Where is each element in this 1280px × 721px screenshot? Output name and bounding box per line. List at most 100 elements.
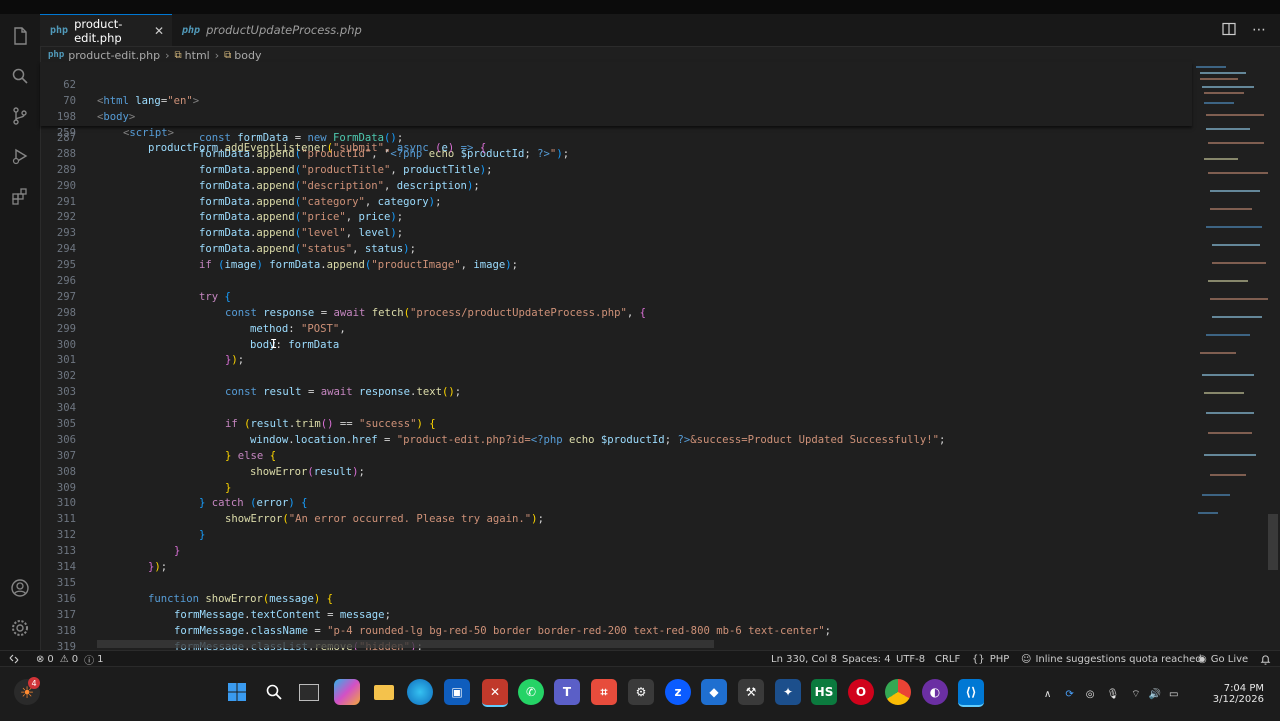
code-line[interactable]: 317 formMessage.textContent = message; <box>40 608 1192 624</box>
settings-gear-icon[interactable] <box>8 616 32 640</box>
code-line[interactable]: 307} else { <box>40 449 1192 465</box>
code-line[interactable]: 309} <box>40 481 1192 497</box>
minimap[interactable] <box>1192 62 1268 650</box>
chrome-browser-icon[interactable] <box>885 679 911 705</box>
app-icon-tools[interactable]: ⚒ <box>738 679 764 705</box>
language-mode[interactable]: {} PHP <box>972 651 1009 667</box>
code-line[interactable]: 316 function showError(message) { <box>40 592 1192 608</box>
close-icon[interactable]: ✕ <box>154 24 164 38</box>
breadcrumb-html[interactable]: html <box>185 49 210 62</box>
code-line[interactable]: 301}); <box>40 353 1192 369</box>
code-line[interactable]: 293 formData.append("level", level); <box>40 226 1192 242</box>
zoom-app-icon[interactable]: z <box>665 679 691 705</box>
code-line[interactable]: 313} <box>40 544 1192 560</box>
code-line[interactable]: 296 <box>40 274 1192 290</box>
chevron-up-icon[interactable]: ∧ <box>1044 689 1051 700</box>
code-line[interactable]: 62 <html lang="en"> <box>40 62 1192 107</box>
system-tray: ∧ ⟳ ◎ 🎙 ⌔ 🔊 ▭ <box>1044 667 1186 721</box>
code-line[interactable]: 306 window.location.href = "product-edit.… <box>40 433 1192 449</box>
sync-icon[interactable]: ⟳ <box>1065 689 1073 700</box>
opera-browser-icon[interactable]: O <box>848 679 874 705</box>
code-line[interactable]: 292 formData.append("price", price); <box>40 210 1192 226</box>
code-line[interactable]: 294 formData.append("status", status); <box>40 242 1192 258</box>
code-line[interactable]: 315 <box>40 576 1192 592</box>
microphone-icon[interactable]: 🎙 <box>1106 689 1119 700</box>
code-line[interactable]: 70 <body> <box>40 78 1192 123</box>
windows-taskbar: ☀ 4 ▣ ✕ ✆ T ⌗ ⚙ z ◆ ⚒ ✦ HS O ◐ ⟨⟩ ∧ ⟳ ◎ … <box>0 666 1280 721</box>
store-app-icon[interactable]: ▣ <box>444 679 470 705</box>
app-icon-red[interactable]: ⌗ <box>591 679 617 705</box>
encoding[interactable]: UTF-8 <box>896 651 925 667</box>
app-icon-blue[interactable]: ✦ <box>775 679 801 705</box>
account-icon[interactable] <box>8 576 32 600</box>
wifi-icon[interactable]: ⌔ <box>1131 688 1140 701</box>
code-line[interactable]: 314}); <box>40 560 1192 576</box>
split-editor-icon[interactable] <box>1222 21 1236 40</box>
line-number: 298 <box>56 306 76 319</box>
windows-start-icon[interactable] <box>224 679 250 705</box>
notifications-bell-icon[interactable] <box>1260 651 1271 667</box>
code-line[interactable]: 312} <box>40 528 1192 544</box>
code-line[interactable]: 304 <box>40 401 1192 417</box>
terminal-app-icon[interactable] <box>296 679 322 705</box>
code-line[interactable]: 295 if (image) formData.append("productIm… <box>40 258 1192 274</box>
more-actions-icon[interactable]: ⋯ <box>1252 22 1266 38</box>
code-editor[interactable]: 287 const formData = new FormData(); 288 f… <box>40 131 1192 650</box>
code-line[interactable]: 305 if (result.trim() == "success") { <box>40 417 1192 433</box>
breadcrumb-file[interactable]: product-edit.php <box>68 49 160 62</box>
edge-browser-icon[interactable] <box>407 679 433 705</box>
tab-product-edit[interactable]: php product-edit.php ✕ <box>40 14 172 46</box>
battery-icon[interactable]: ▭ <box>1169 689 1178 700</box>
code-line[interactable]: 318 formMessage.className = "p-4 rounded-… <box>40 624 1192 640</box>
search-icon[interactable] <box>8 64 32 88</box>
code-line[interactable]: 300 body: formData <box>40 338 1192 354</box>
volume-icon[interactable]: 🔊 <box>1149 689 1161 700</box>
copilot-app-icon[interactable] <box>334 679 360 705</box>
settings-app-icon[interactable]: ⚙ <box>628 679 654 705</box>
app-icon-purple[interactable]: ◐ <box>922 679 948 705</box>
horizontal-scrollbar[interactable] <box>97 640 714 648</box>
problems-indicator[interactable]: ⊗ 0 ⚠ 0 ⓘ 1 <box>36 651 103 667</box>
code-line[interactable]: 289 formData.append("productTitle", produ… <box>40 163 1192 179</box>
whatsapp-icon[interactable]: ✆ <box>518 679 544 705</box>
tab-product-update-process[interactable]: php productUpdateProcess.php <box>172 14 362 46</box>
code-line[interactable]: 198 <script> <box>40 94 1192 139</box>
taskbar-search-icon[interactable] <box>261 679 287 705</box>
code-text: function showError(message) { <box>148 592 334 605</box>
copilot-status[interactable]: ☺ Inline suggestions quota reached <box>1021 651 1202 667</box>
source-control-icon[interactable] <box>8 104 32 128</box>
code-line[interactable]: 259 productForm.addEventListener("submit… <box>40 110 1192 155</box>
breadcrumb-body[interactable]: body <box>234 49 261 62</box>
code-line[interactable]: 290 formData.append("description", descri… <box>40 179 1192 195</box>
teams-app-icon[interactable]: T <box>554 679 580 705</box>
extensions-icon[interactable] <box>8 184 32 208</box>
code-line[interactable]: 302 <box>40 369 1192 385</box>
vs-app-icon[interactable]: ◆ <box>701 679 727 705</box>
code-line[interactable]: 291 formData.append("category", category)… <box>40 195 1192 211</box>
app-icon-hs[interactable]: HS <box>811 679 837 705</box>
code-line[interactable]: 299 method: "POST", <box>40 322 1192 338</box>
network-status-icon[interactable]: ◎ <box>1086 689 1095 700</box>
indentation[interactable]: Spaces: 4 <box>842 651 891 667</box>
explorer-icon[interactable] <box>8 24 32 48</box>
xampp-app-icon[interactable]: ✕ <box>482 679 508 707</box>
run-debug-icon[interactable] <box>8 144 32 168</box>
code-line[interactable]: 308 showError(result); <box>40 465 1192 481</box>
code-line[interactable]: 298 const response = await fetch("process… <box>40 306 1192 322</box>
line-number: 292 <box>56 211 76 224</box>
vertical-scrollbar[interactable] <box>1268 514 1278 570</box>
line-ending[interactable]: CRLF <box>935 651 960 667</box>
code-line[interactable]: 310} catch (error) { <box>40 496 1192 512</box>
vscode-app-icon[interactable]: ⟨⟩ <box>958 679 984 707</box>
cursor-position[interactable]: Ln 330, Col 8 <box>771 651 837 667</box>
remote-icon[interactable] <box>8 651 20 667</box>
go-live-button[interactable]: ◉ Go Live <box>1198 651 1248 667</box>
php-file-icon: php <box>50 25 69 36</box>
clock[interactable]: 7:04 PM 3/12/2026 <box>1212 667 1264 721</box>
line-number: 295 <box>56 259 76 272</box>
line-number: 315 <box>56 576 76 589</box>
file-explorer-icon[interactable] <box>371 679 397 705</box>
code-line[interactable]: 311 showError("An error occurred. Please … <box>40 512 1192 528</box>
code-line[interactable]: 303 const result = await response.text(); <box>40 385 1192 401</box>
code-line[interactable]: 297 try { <box>40 290 1192 306</box>
